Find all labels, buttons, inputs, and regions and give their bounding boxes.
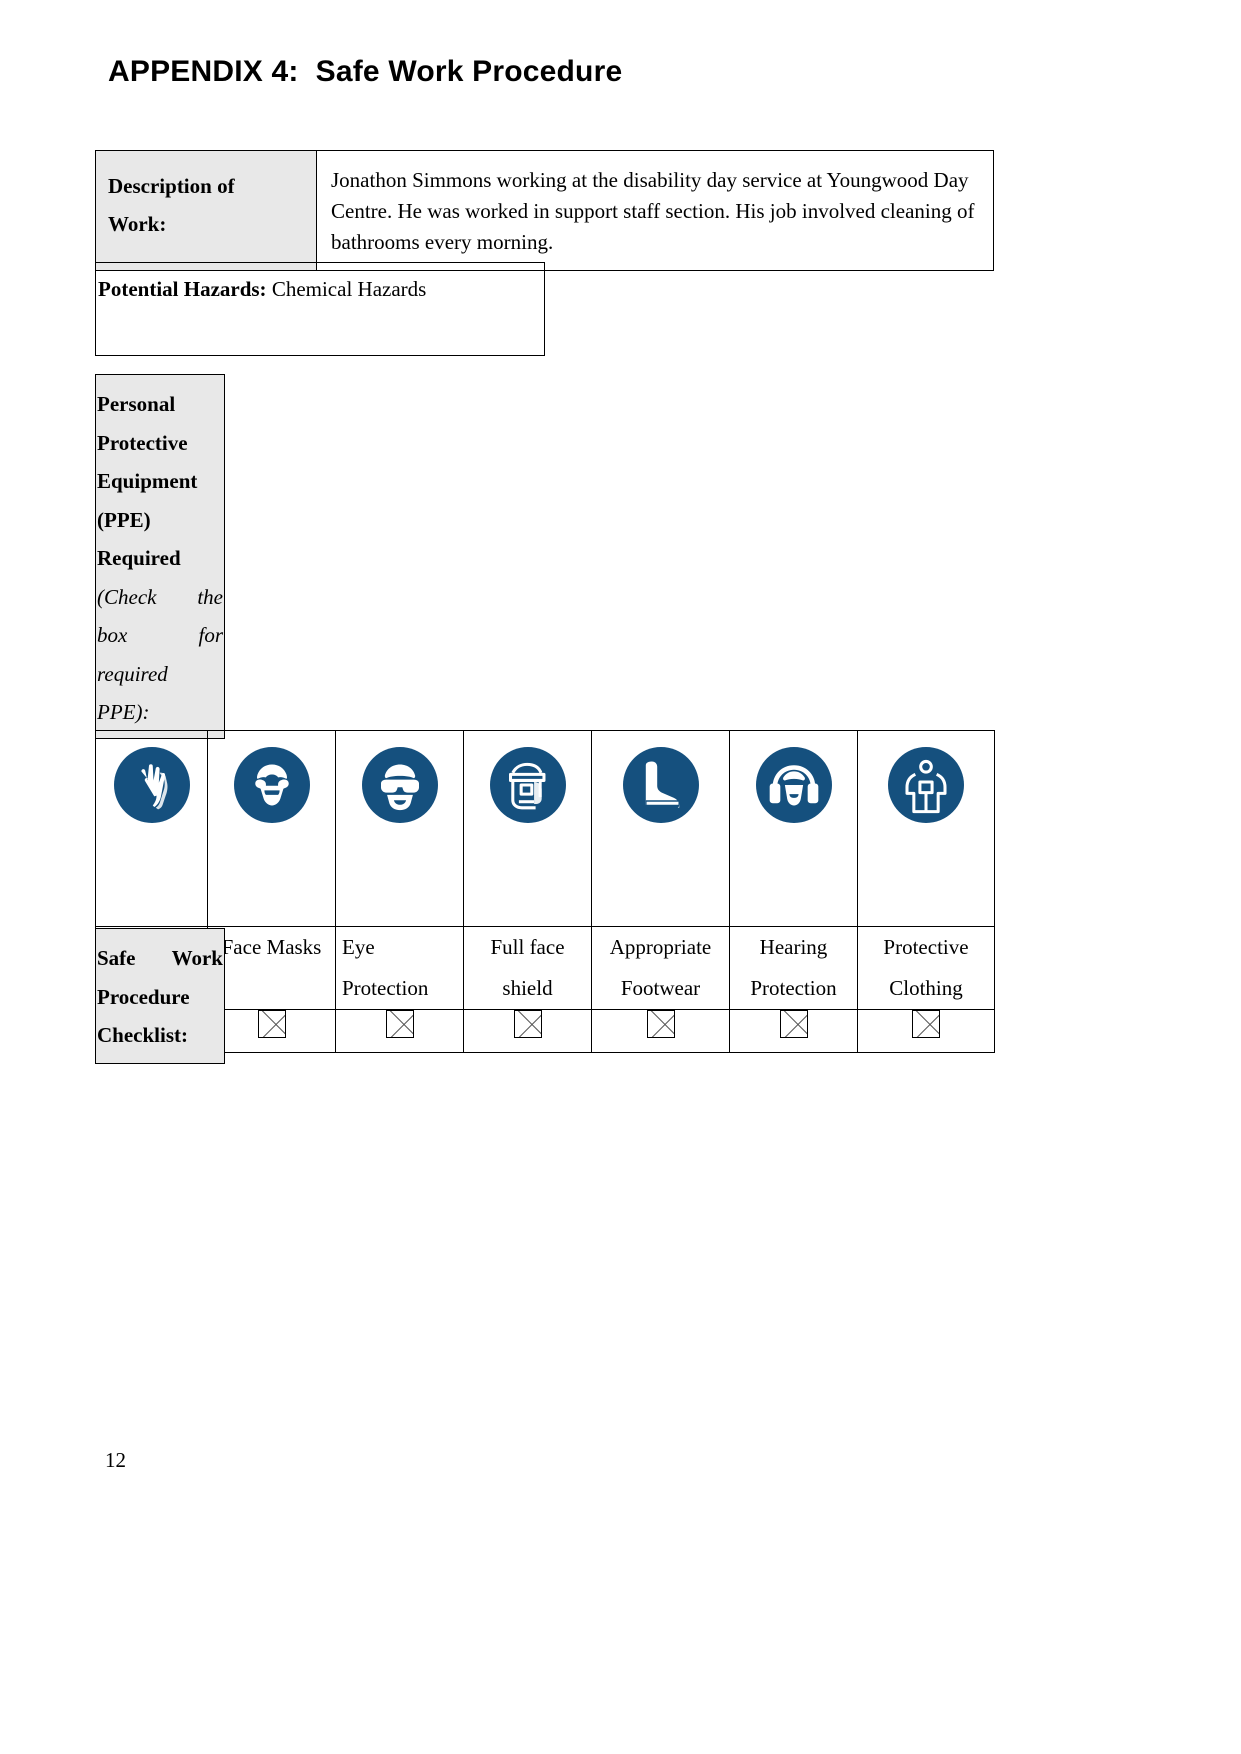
checklist-heading-line-2: Procedure: [97, 984, 190, 1009]
ppe-heading-line-5: Required: [97, 546, 181, 570]
ppe-heading-line-2: Protective: [97, 430, 188, 455]
full-face-shield-icon: [464, 731, 591, 823]
safe-work-procedure-checklist-cell: Safe Work Procedure Checklist:: [95, 928, 225, 1064]
document-page: APPENDIX 4: Safe Work Procedure Descript…: [0, 0, 1241, 1754]
ppe-label-eye-protection-line2: Protection: [342, 976, 429, 1000]
ppe-heading-line-1: Personal: [97, 392, 176, 416]
hearing-protection-icon: [730, 731, 857, 823]
ppe-label-hearing-protection-line2: Protection: [750, 976, 837, 1000]
table-row: Potential Hazards: Chemical Hazards: [95, 262, 545, 356]
ppe-required-label-cell: Personal Protective Equipment (PPE) Requ…: [95, 374, 225, 739]
ppe-label-cell-protective-clothing: Protective Clothing: [857, 926, 995, 1010]
checklist-heading-line-1: Safe Work: [97, 946, 223, 970]
ppe-checkbox-cell-eye-protection[interactable]: [335, 1009, 464, 1053]
description-of-work-table: Description of Work: Jonathon Simmons wo…: [95, 150, 994, 271]
ppe-checkbox-row: [95, 1009, 995, 1053]
ppe-label-face-masks: Face Masks: [221, 935, 322, 959]
ppe-label-full-face-shield: Full face: [490, 935, 565, 959]
checkbox-protective-clothing[interactable]: [912, 1010, 940, 1038]
table-row: Safe Work Procedure Checklist:: [95, 928, 225, 1064]
potential-hazards-cell: Potential Hazards: Chemical Hazards: [95, 262, 545, 356]
face-mask-icon: [208, 731, 335, 823]
eye-protection-icon: [336, 731, 463, 823]
description-label-cell: Description of Work:: [95, 150, 317, 271]
checkbox-eye-protection[interactable]: [385, 1010, 414, 1038]
ppe-label-cell-full-face-shield: Full face shield: [463, 926, 592, 1010]
ppe-label-face-masks-line2: [208, 968, 335, 1009]
page-title: APPENDIX 4: Safe Work Procedure: [108, 55, 623, 88]
ppe-label-full-face-shield-line2: shield: [502, 976, 553, 1000]
ppe-checkbox-cell-appropriate-footwear[interactable]: [591, 1009, 730, 1053]
ppe-cell-face-masks: [207, 730, 336, 927]
ppe-cell-full-face-shield: [463, 730, 592, 927]
safe-work-procedure-checklist-table: Safe Work Procedure Checklist:: [95, 928, 225, 1064]
description-label-line-2: Work:: [108, 212, 167, 236]
checklist-heading-line-3: Checklist:: [97, 1023, 188, 1047]
ppe-checkbox-cell-face-masks[interactable]: [207, 1009, 336, 1053]
ppe-label-appropriate-footwear-line2: Footwear: [620, 976, 701, 1000]
potential-hazards-table: Potential Hazards: Chemical Hazards: [95, 262, 545, 356]
ppe-note-line-4: PPE):: [97, 700, 150, 724]
potential-hazards-label: Potential Hazards:: [98, 277, 267, 301]
safety-boot-icon: [592, 731, 729, 823]
ppe-selection-grid: Gloves Face Masks Eye Protection Full fa…: [95, 730, 995, 1053]
ppe-cell-hearing-protection: [729, 730, 858, 927]
checkbox-appropriate-footwear[interactable]: [646, 1010, 675, 1038]
table-row: Personal Protective Equipment (PPE) Requ…: [95, 374, 225, 739]
ppe-checkbox-cell-protective-clothing[interactable]: [857, 1009, 995, 1053]
table-row: Description of Work: Jonathon Simmons wo…: [95, 150, 994, 271]
ppe-icon-row: [95, 730, 995, 927]
ppe-cell-eye-protection: [335, 730, 464, 927]
description-label-line-1: Description of: [108, 174, 235, 198]
potential-hazards-value: Chemical Hazards: [271, 277, 427, 301]
checkbox-full-face-shield[interactable]: [513, 1010, 542, 1038]
ppe-cell-gloves: [95, 730, 208, 927]
ppe-checkbox-cell-full-face-shield[interactable]: [463, 1009, 592, 1053]
potential-hazards-line: Potential Hazards: Chemical Hazards: [98, 275, 540, 303]
ppe-note-line-2: box for: [97, 623, 223, 647]
ppe-label-row: Gloves Face Masks Eye Protection Full fa…: [95, 926, 995, 1010]
ppe-label-eye-protection: Eye: [342, 935, 375, 959]
ppe-label-cell-face-masks: Face Masks: [207, 926, 336, 1010]
checkbox-face-masks[interactable]: [257, 1010, 286, 1038]
gloves-icon: [96, 731, 207, 823]
ppe-note-line-1: (Check the: [97, 584, 223, 609]
ppe-label-protective-clothing: Protective: [883, 935, 969, 959]
ppe-cell-protective-clothing: [857, 730, 995, 927]
ppe-label-hearing-protection: Hearing: [759, 935, 828, 959]
ppe-heading-line-3: Equipment: [97, 469, 198, 493]
protective-clothing-icon: [858, 731, 994, 823]
ppe-note-line-3: required: [97, 661, 168, 686]
ppe-label-cell-hearing-protection: Hearing Protection: [729, 926, 858, 1010]
ppe-required-label-table: Personal Protective Equipment (PPE) Requ…: [95, 374, 225, 739]
ppe-label-appropriate-footwear: Appropriate: [609, 935, 712, 959]
ppe-cell-appropriate-footwear: [591, 730, 730, 927]
checkbox-hearing-protection[interactable]: [779, 1010, 808, 1038]
page-number: 12: [105, 1448, 126, 1472]
ppe-label-cell-eye-protection: Eye Protection: [335, 926, 464, 1010]
description-body-cell: Jonathon Simmons working at the disabili…: [316, 150, 994, 271]
description-body-text: Jonathon Simmons working at the disabili…: [331, 168, 975, 254]
ppe-heading-line-4: (PPE): [97, 507, 151, 532]
ppe-label-cell-appropriate-footwear: Appropriate Footwear: [591, 926, 730, 1010]
ppe-label-protective-clothing-line2: Clothing: [889, 976, 963, 1000]
ppe-checkbox-cell-hearing-protection[interactable]: [729, 1009, 858, 1053]
